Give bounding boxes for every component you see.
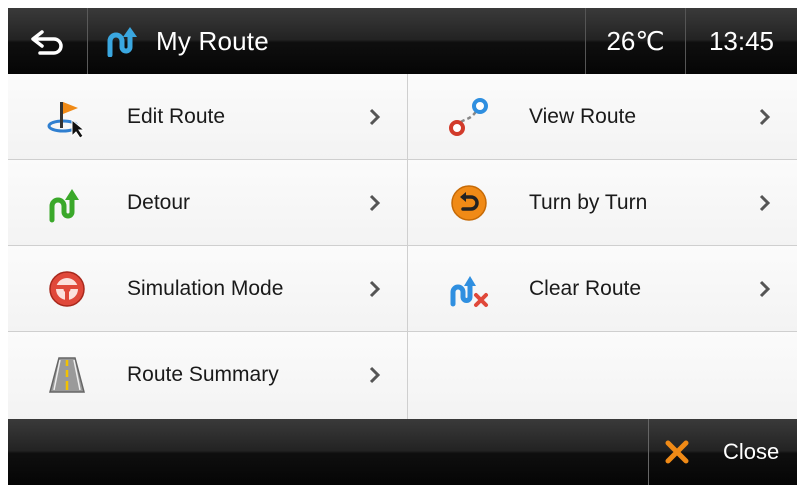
footer-bar: Close [8,419,797,485]
clear-route-icon [450,276,488,307]
header-bar: My Route 26℃ 13:45 [8,8,797,74]
close-x-icon [665,440,689,464]
edit-route-flag-icon [47,102,86,138]
empty-menu-slot [408,332,797,419]
close-button[interactable]: Close [648,419,797,485]
menu-item-clear-route[interactable]: Clear Route [408,246,797,332]
menu-item-route-summary[interactable]: Route Summary [8,332,408,419]
page-title: My Route [156,26,269,56]
back-button[interactable] [8,8,88,74]
chevron-right-icon [369,194,381,212]
route-icon [107,27,137,57]
road-icon [49,357,85,393]
menu-item-label: Detour [127,191,191,214]
clock-readout: 13:45 [708,26,775,56]
menu-item-view-route[interactable]: View Route [408,74,797,160]
menu-item-label: Simulation Mode [127,277,284,300]
chevron-right-icon [369,366,381,384]
chevron-right-icon [759,108,771,126]
menu-item-label: Turn by Turn [529,191,648,214]
chevron-right-icon [369,108,381,126]
steering-wheel-icon [49,271,85,307]
detour-icon [49,189,79,223]
navigation-screen: My Route 26℃ 13:45 Edit Route View Route [8,8,797,485]
menu-item-label: Route Summary [127,363,279,386]
menu-item-simulation-mode[interactable]: Simulation Mode [8,246,408,332]
menu-item-edit-route[interactable]: Edit Route [8,74,408,160]
view-route-icon [449,98,488,136]
menu-item-detour[interactable]: Detour [8,160,408,246]
menu-item-label: Clear Route [529,277,642,300]
menu-item-label: View Route [529,105,637,128]
menu-item-label: Edit Route [127,105,226,128]
temperature-readout: 26℃ [585,8,686,74]
route-menu: Edit Route View Route Detour Turn by Tur… [8,74,797,419]
chevron-right-icon [759,194,771,212]
back-arrow-icon [30,30,63,55]
menu-item-turn-by-turn[interactable]: Turn by Turn [408,160,797,246]
chevron-right-icon [759,280,771,298]
turn-by-turn-icon [451,185,487,221]
chevron-right-icon [369,280,381,298]
close-label: Close [723,439,780,464]
